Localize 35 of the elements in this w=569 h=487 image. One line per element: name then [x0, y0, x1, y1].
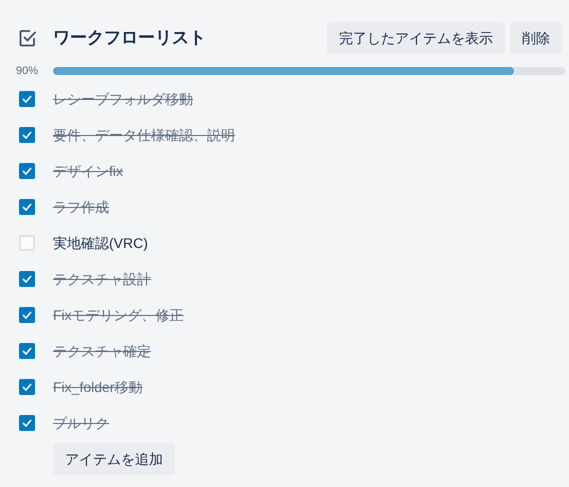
item-checkbox[interactable]	[19, 199, 35, 215]
check-icon	[22, 311, 32, 319]
item-checkbox[interactable]	[19, 127, 35, 143]
check-icon	[22, 95, 32, 103]
item-checkbox[interactable]	[19, 271, 35, 287]
checklist-item[interactable]: Fixモデリング、修正	[53, 304, 184, 326]
checklist-item[interactable]: Fix_folder移動	[53, 376, 142, 398]
checklist-item[interactable]: 要件、データ仕様確認、説明	[53, 124, 235, 146]
check-icon	[22, 131, 32, 139]
add-item-button[interactable]: アイテムを追加	[53, 443, 175, 475]
check-icon	[22, 203, 32, 211]
check-icon	[22, 419, 32, 427]
item-checkbox[interactable]	[19, 343, 35, 359]
show-checked-button[interactable]: 完了したアイテムを表示	[327, 22, 505, 54]
delete-button[interactable]: 削除	[510, 22, 562, 54]
check-icon	[22, 275, 32, 283]
checklist-title: ワークフローリスト	[53, 27, 206, 50]
checklist-item[interactable]: 実地確認(VRC)	[53, 232, 148, 254]
check-icon	[22, 167, 32, 175]
checklist-item[interactable]: プルリク	[53, 412, 109, 434]
checklist-item[interactable]: レシーブフォルダ移動	[53, 88, 193, 110]
item-checkbox[interactable]	[19, 307, 35, 323]
progress-percent: 90%	[15, 64, 40, 79]
item-checkbox[interactable]	[19, 163, 35, 179]
checklist-item[interactable]: テクスチャ設計	[53, 268, 151, 290]
check-icon	[22, 383, 32, 391]
checklist-icon	[19, 29, 37, 47]
checklist-item[interactable]: ラフ作成	[53, 196, 109, 218]
checklist-item[interactable]: テクスチャ確定	[53, 340, 151, 362]
checklist-item[interactable]: デザインfix	[53, 160, 123, 182]
item-checkbox[interactable]	[19, 235, 35, 251]
item-checkbox[interactable]	[19, 91, 35, 107]
item-checkbox[interactable]	[19, 415, 35, 431]
item-checkbox[interactable]	[19, 379, 35, 395]
check-icon	[22, 347, 32, 355]
